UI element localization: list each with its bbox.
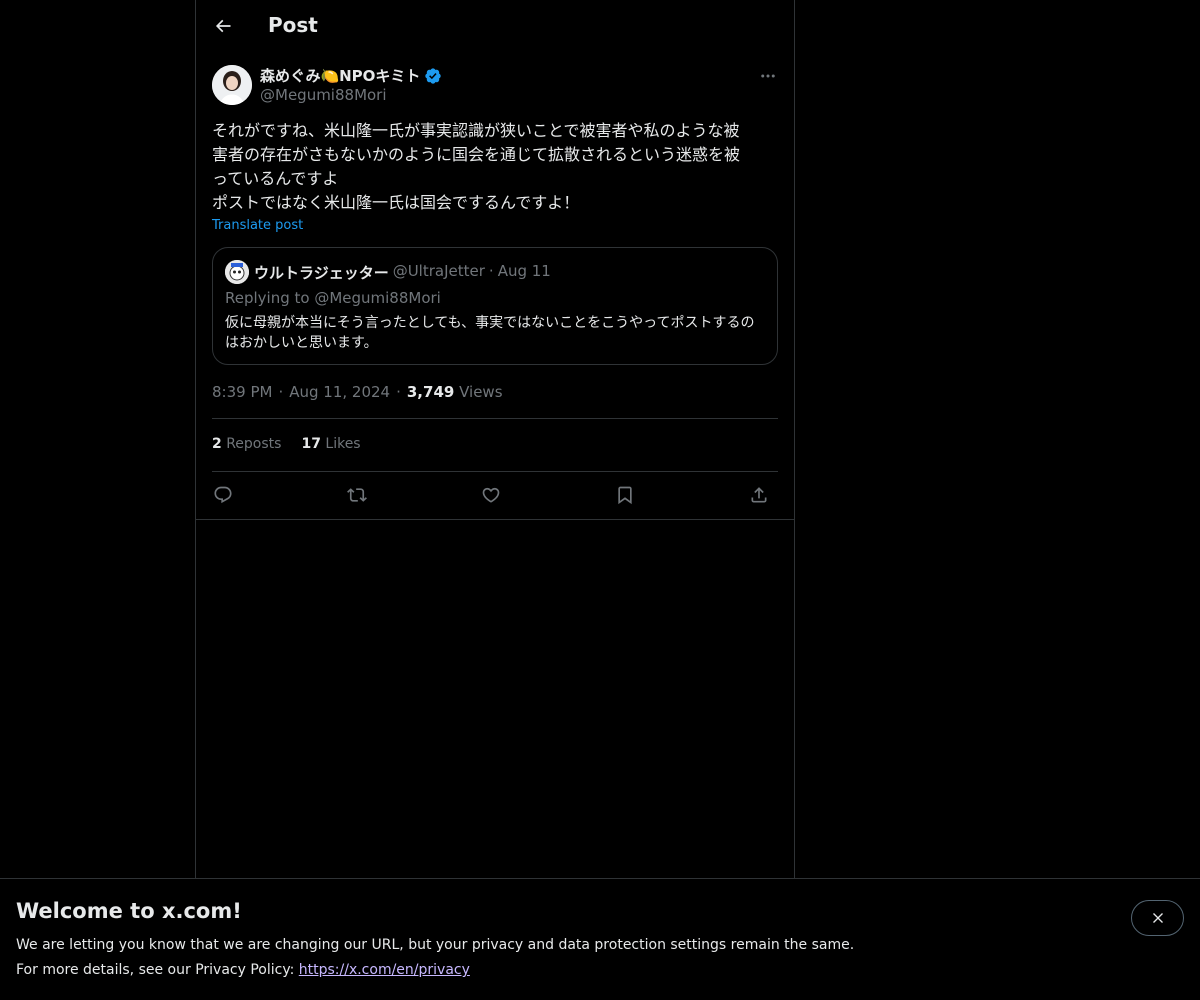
author-name[interactable]: 森めぐみ🍋NPOキミト — [260, 65, 442, 86]
likes-label: Likes — [325, 436, 361, 452]
heart-icon — [482, 487, 500, 503]
reply-button[interactable] — [208, 481, 238, 509]
reposts-label: Reposts — [226, 436, 282, 452]
close-icon — [1152, 913, 1163, 923]
close-banner-button[interactable] — [1131, 900, 1184, 936]
more-options-button[interactable] — [754, 64, 782, 88]
divider — [212, 471, 778, 472]
like-button[interactable] — [476, 481, 506, 509]
likes-stat[interactable]: 17 Likes — [301, 436, 360, 452]
separator-dot: · — [488, 262, 494, 280]
views-label: Views — [459, 383, 503, 401]
divider — [212, 418, 778, 419]
quoted-replying-to: Replying to @Megumi88Mori — [225, 289, 441, 307]
quoted-post[interactable]: ウルトラジェッター @UltraJetter · Aug 11 Replying… — [212, 247, 778, 365]
divider — [196, 519, 794, 520]
bookmark-button[interactable] — [610, 481, 640, 509]
post-time[interactable]: 8:39 PM — [212, 383, 272, 401]
reposts-count: 2 — [212, 436, 222, 452]
reposts-stat[interactable]: 2 Reposts — [212, 436, 281, 452]
main-column: Post 森めぐみ🍋NPOキミト @Megumi88Mori それがですね、米山… — [195, 0, 795, 878]
quoted-author-name: ウルトラジェッター — [254, 264, 389, 282]
post-stats: 2 Reposts 17 Likes — [212, 436, 361, 452]
share-icon — [751, 487, 767, 503]
avatar-image-icon — [212, 65, 252, 105]
verified-badge-icon — [425, 67, 442, 84]
views-count: 3,749 — [406, 383, 455, 401]
page-header: Post — [196, 0, 794, 54]
privacy-policy-link[interactable]: https://x.com/en/privacy — [299, 962, 470, 978]
repost-button[interactable] — [342, 481, 372, 509]
more-horizontal-icon — [761, 74, 775, 78]
post-actions — [212, 481, 778, 509]
author-handle[interactable]: @Megumi88Mori — [260, 86, 387, 104]
share-button[interactable] — [744, 481, 774, 509]
author-avatar[interactable] — [212, 65, 252, 105]
post-date[interactable]: Aug 11, 2024 — [289, 383, 390, 401]
quoted-post-date: Aug 11 — [497, 262, 551, 280]
avatar-image-icon — [225, 260, 249, 284]
post-metadata: 8:39 PM · Aug 11, 2024 · 3,749 Views — [212, 383, 503, 401]
views-count-wrap: 3,749 Views — [407, 383, 503, 401]
bookmark-icon — [618, 486, 632, 505]
quoted-post-text: 仮に母親が本当にそう言ったとしても、事実ではないことをこうやってポストするのはお… — [225, 315, 755, 351]
quoted-author-avatar — [225, 260, 249, 284]
banner-title: Welcome to x.com! — [16, 899, 242, 923]
back-button[interactable] — [208, 11, 238, 41]
welcome-banner: Welcome to x.com! We are letting you kno… — [0, 878, 1200, 1000]
reply-icon — [214, 486, 232, 504]
separator-dot: · — [396, 383, 401, 401]
banner-privacy-prefix: For more details, see our Privacy Policy… — [16, 962, 299, 978]
separator-dot: · — [278, 383, 284, 401]
post-text: それがですね、米山隆一氏が事実認識が狭いことで被害者や私のような被 害者の存在が… — [212, 121, 741, 212]
repost-icon — [347, 488, 367, 502]
quoted-author-handle: @UltraJetter — [392, 262, 485, 280]
likes-count: 17 — [301, 436, 321, 452]
banner-privacy-line: For more details, see our Privacy Policy… — [16, 962, 470, 978]
author-name-text: 森めぐみ🍋NPOキミト — [260, 67, 421, 85]
arrow-left-icon — [215, 19, 231, 33]
translate-post-link[interactable]: Translate post — [212, 218, 303, 233]
page-title: Post — [268, 13, 318, 37]
banner-message: We are letting you know that we are chan… — [16, 937, 855, 953]
quoted-post-header: ウルトラジェッター @UltraJetter · Aug 11 — [254, 262, 551, 283]
